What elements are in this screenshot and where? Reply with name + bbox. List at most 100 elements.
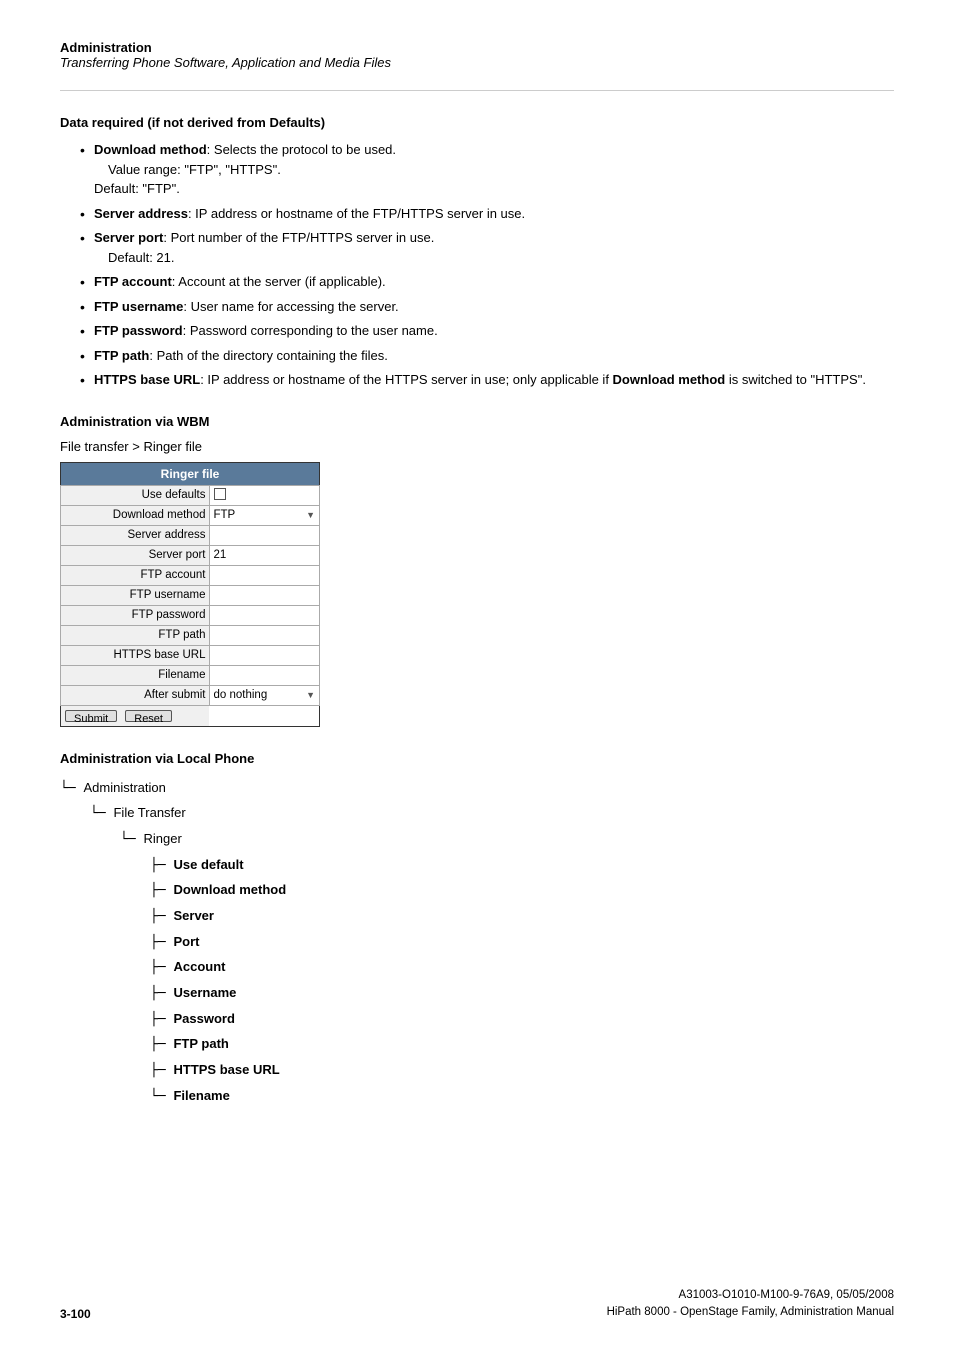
wbm-path: File transfer > Ringer file [60,439,894,454]
term-https-base-url: HTTPS base URL [94,372,200,387]
footer-doc-id: A31003-O1010-M100-9-76A9, 05/05/2008 [607,1287,894,1304]
list-item: Server address: IP address or hostname o… [80,204,894,224]
row-label: FTP account [61,565,210,585]
server-port-detail: Default: 21. [108,250,175,265]
tree-node-server: ├─ Server [150,904,894,930]
row-value-text[interactable] [209,565,320,585]
row-label: Server port [61,545,210,565]
row-label: FTP password [61,605,210,625]
tree-branch-icon: ├─ [150,1063,173,1078]
header-subtitle: Transferring Phone Software, Application… [60,55,894,70]
table-row: Filename [61,665,320,685]
tree-label-bold: Download method [173,882,286,897]
chevron-down-icon: ▼ [306,510,315,520]
submit-button[interactable]: Submit [65,710,117,722]
list-item: FTP path: Path of the directory containi… [80,346,894,366]
row-value-text[interactable] [209,645,320,665]
download-method-detail: Value range: "FTP", "HTTPS".Default: "FT… [94,162,281,197]
tree-node-port: ├─ Port [150,930,894,956]
tree-label-bold: Password [173,1011,234,1026]
local-phone-heading: Administration via Local Phone [60,751,894,766]
term-server-address: Server address [94,206,188,221]
tree-node-use-default: ├─ Use default [150,853,894,879]
term-server-port: Server port [94,230,163,245]
list-item: FTP username: User name for accessing th… [80,297,894,317]
tree-node-filename: └─ Filename [150,1084,894,1110]
dropdown-value: FTP [214,509,236,521]
row-value-text[interactable] [209,625,320,645]
tree-branch-icon: └─ [60,781,83,796]
tree-branch-icon: ├─ [150,883,173,898]
term-download-method: Download method [94,142,207,157]
table-header: Ringer file [61,462,320,485]
tree-label: Administration [83,780,165,795]
table-row: After submit do nothing ▼ [61,685,320,705]
data-required-heading: Data required (if not derived from Defau… [60,115,894,130]
term-ftp-username: FTP username [94,299,183,314]
local-phone-section: Administration via Local Phone └─ Admini… [60,751,894,1110]
ringer-file-table: Ringer file Use defaults Download method… [60,462,320,727]
tree-branch-icon: ├─ [150,1012,173,1027]
tree-branch-icon: ├─ [150,909,173,924]
row-label: Server address [61,525,210,545]
row-label: Use defaults [61,485,210,505]
list-item: FTP password: Password corresponding to … [80,321,894,341]
tree-label-bold: Filename [173,1088,229,1103]
tree-branch-icon: ├─ [150,935,173,950]
row-value-dropdown: FTP ▼ [209,505,320,525]
tree-label-bold: HTTPS base URL [173,1062,279,1077]
reset-button[interactable]: Reset [125,710,172,722]
tree-node-admin: └─ Administration [60,776,894,802]
page-number: 3-100 [60,1307,91,1321]
table-row: FTP account [61,565,320,585]
tree-node-account: ├─ Account [150,955,894,981]
table-row: Download method FTP ▼ [61,505,320,525]
table-row: Server address [61,525,320,545]
row-value-dropdown: do nothing ▼ [209,685,320,705]
tree-node-ftp-path: ├─ FTP path [150,1032,894,1058]
list-item: Server port: Port number of the FTP/HTTP… [80,228,894,267]
after-submit-dropdown[interactable]: do nothing ▼ [214,689,316,701]
table-action-row: Submit Reset [61,705,320,726]
tree-node-ringer: └─ Ringer [120,827,894,853]
row-label: HTTPS base URL [61,645,210,665]
tree-branch-icon: └─ [150,1089,173,1104]
tree-node-password: ├─ Password [150,1007,894,1033]
use-defaults-checkbox[interactable] [214,488,226,500]
wbm-section: Administration via WBM File transfer > R… [60,414,894,727]
row-value-checkbox [209,485,320,505]
tree-branch-icon: └─ [120,832,143,847]
list-item: Download method: Selects the protocol to… [80,140,894,199]
row-value-text[interactable] [209,525,320,545]
row-label: FTP path [61,625,210,645]
tree-label-bold: Server [173,908,213,923]
tree-label-bold: Username [173,985,236,1000]
tree-branch-icon: ├─ [150,986,173,1001]
page-footer: 3-100 A31003-O1010-M100-9-76A9, 05/05/20… [60,1287,894,1322]
row-label: FTP username [61,585,210,605]
table-row: HTTPS base URL [61,645,320,665]
tree-branch-icon: ├─ [150,1037,173,1052]
tree-label-bold: Port [173,934,199,949]
table-row: FTP username [61,585,320,605]
data-required-list: Download method: Selects the protocol to… [80,140,894,390]
row-value-text[interactable] [209,665,320,685]
row-value-text[interactable] [209,605,320,625]
row-label: After submit [61,685,210,705]
data-required-section: Data required (if not derived from Defau… [60,115,894,390]
list-item: HTTPS base URL: IP address or hostname o… [80,370,894,390]
term-ftp-account: FTP account [94,274,172,289]
tree-node-username: ├─ Username [150,981,894,1007]
term-download-method-ref: Download method [613,372,726,387]
tree-node-file-transfer: └─ File Transfer [90,801,894,827]
dropdown-value: do nothing [214,689,268,701]
page-header: Administration Transferring Phone Softwa… [60,40,894,70]
row-value-text[interactable]: 21 [209,545,320,565]
tree-label-bold: Account [173,959,225,974]
tree-branch-icon: ├─ [150,858,173,873]
download-method-dropdown[interactable]: FTP ▼ [214,509,316,521]
row-label: Download method [61,505,210,525]
term-ftp-path: FTP path [94,348,149,363]
tree-node-https-base-url: ├─ HTTPS base URL [150,1058,894,1084]
row-value-text[interactable] [209,585,320,605]
